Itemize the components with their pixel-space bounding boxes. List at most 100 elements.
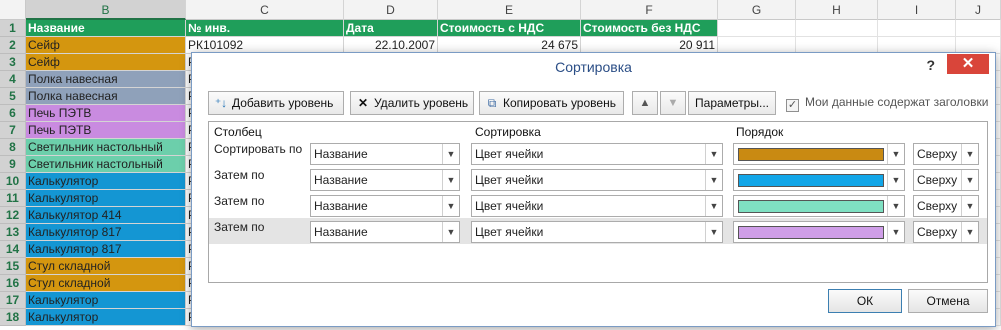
order-position-select[interactable]: Сверху ▼ <box>913 169 979 191</box>
move-up-button[interactable]: ▲ <box>632 91 658 115</box>
chevron-down-icon[interactable]: ▼ <box>442 144 459 164</box>
row-number[interactable]: 9 <box>0 156 26 173</box>
cell-f[interactable]: Стоимость без НДС <box>581 20 718 37</box>
row-number[interactable]: 4 <box>0 71 26 88</box>
chevron-down-icon[interactable]: ▼ <box>705 170 722 190</box>
sort-column-select[interactable]: Название ▼ <box>310 195 460 217</box>
row-number[interactable]: 3 <box>0 54 26 71</box>
column-header-i[interactable]: I <box>878 0 956 20</box>
column-header-c[interactable]: C <box>186 0 344 20</box>
row-number[interactable]: 12 <box>0 207 26 224</box>
empty-cell[interactable] <box>796 20 878 37</box>
column-header-d[interactable]: D <box>344 0 438 20</box>
sort-on-select[interactable]: Цвет ячейки ▼ <box>471 195 723 217</box>
chevron-down-icon[interactable]: ▼ <box>442 196 459 216</box>
chevron-down-icon[interactable]: ▼ <box>705 144 722 164</box>
chevron-down-icon[interactable]: ▼ <box>887 144 904 164</box>
row-number[interactable]: 14 <box>0 241 26 258</box>
sort-level-row[interactable]: Затем по Название ▼ Цвет ячейки ▼ ▼ Сверху ▼ <box>209 192 987 218</box>
order-color-select[interactable]: ▼ <box>733 143 905 165</box>
row-number[interactable]: 6 <box>0 105 26 122</box>
cell-b[interactable]: Калькулятор <box>26 190 186 207</box>
chevron-down-icon[interactable]: ▼ <box>961 170 978 190</box>
empty-cell[interactable] <box>878 20 956 37</box>
empty-cell[interactable] <box>956 20 1001 37</box>
column-header-b[interactable]: B <box>26 0 186 20</box>
close-button[interactable]: ✕ <box>947 54 989 74</box>
cell-b[interactable]: Калькулятор <box>26 309 186 326</box>
headers-checkbox-wrap[interactable]: ✓ Мои данные содержат заголовки <box>786 95 988 112</box>
chevron-down-icon[interactable]: ▼ <box>442 222 459 242</box>
order-color-select[interactable]: ▼ <box>733 169 905 191</box>
row-number[interactable]: 13 <box>0 224 26 241</box>
add-level-button[interactable]: ⁺↓ Добавить уровень <box>208 91 344 115</box>
chevron-down-icon[interactable]: ▼ <box>961 144 978 164</box>
sort-column-select[interactable]: Название ▼ <box>310 143 460 165</box>
sort-column-select[interactable]: Название ▼ <box>310 221 460 243</box>
select-all-corner[interactable] <box>0 0 26 20</box>
order-position-select[interactable]: Сверху ▼ <box>913 143 979 165</box>
cell-c[interactable]: № инв. <box>186 20 344 37</box>
ok-button[interactable]: ОК <box>828 289 902 313</box>
cell-b[interactable]: Печь ПЭТВ <box>26 105 186 122</box>
sort-level-row[interactable]: Сортировать по Название ▼ Цвет ячейки ▼ ▼ Свер… <box>209 140 987 166</box>
cell-b[interactable]: Калькулятор <box>26 292 186 309</box>
sort-on-select[interactable]: Цвет ячейки ▼ <box>471 169 723 191</box>
options-button[interactable]: Параметры... <box>688 91 776 115</box>
cell-b[interactable]: Калькулятор 817 <box>26 224 186 241</box>
cell-b[interactable]: Название <box>26 20 186 37</box>
sort-level-row[interactable]: Затем по Название ▼ Цвет ячейки ▼ ▼ Сверху ▼ <box>209 166 987 192</box>
help-icon[interactable]: ? <box>926 57 935 73</box>
cell-b[interactable]: Полка навесная <box>26 88 186 105</box>
cancel-button[interactable]: Отмена <box>908 289 988 313</box>
row-number[interactable]: 18 <box>0 309 26 326</box>
sort-on-select[interactable]: Цвет ячейки ▼ <box>471 143 723 165</box>
column-header-f[interactable]: F <box>581 0 718 20</box>
copy-level-button[interactable]: ⧉ Копировать уровень <box>479 91 624 115</box>
move-down-button[interactable]: ▼ <box>660 91 686 115</box>
chevron-down-icon[interactable]: ▼ <box>887 222 904 242</box>
cell-e[interactable]: Стоимость с НДС <box>438 20 581 37</box>
column-header-e[interactable]: E <box>438 0 581 20</box>
delete-level-button[interactable]: ✕ Удалить уровень <box>350 91 474 115</box>
row-number[interactable]: 2 <box>0 37 26 54</box>
row-number[interactable]: 11 <box>0 190 26 207</box>
column-header-g[interactable]: G <box>718 0 796 20</box>
headers-checkbox[interactable]: ✓ <box>786 99 799 112</box>
cell-b[interactable]: Печь ПЭТВ <box>26 122 186 139</box>
row-number[interactable]: 16 <box>0 275 26 292</box>
order-position-select[interactable]: Сверху ▼ <box>913 221 979 243</box>
order-position-select[interactable]: Сверху ▼ <box>913 195 979 217</box>
chevron-down-icon[interactable]: ▼ <box>961 222 978 242</box>
cell-d[interactable]: Дата <box>344 20 438 37</box>
sort-on-select[interactable]: Цвет ячейки ▼ <box>471 221 723 243</box>
cell-b[interactable]: Сейф <box>26 37 186 54</box>
row-number[interactable]: 5 <box>0 88 26 105</box>
chevron-down-icon[interactable]: ▼ <box>887 196 904 216</box>
column-header-h[interactable]: H <box>796 0 878 20</box>
chevron-down-icon[interactable]: ▼ <box>961 196 978 216</box>
row-number[interactable]: 17 <box>0 292 26 309</box>
sort-column-select[interactable]: Название ▼ <box>310 169 460 191</box>
column-header-j[interactable]: J <box>956 0 1001 20</box>
order-color-select[interactable]: ▼ <box>733 221 905 243</box>
row-number[interactable]: 8 <box>0 139 26 156</box>
row-number[interactable]: 1 <box>0 20 26 37</box>
cell-b[interactable]: Полка навесная <box>26 71 186 88</box>
row-number[interactable]: 10 <box>0 173 26 190</box>
cell-b[interactable]: Калькулятор 817 <box>26 241 186 258</box>
cell-b[interactable]: Калькулятор 414 <box>26 207 186 224</box>
cell-b[interactable]: Светильник настольный <box>26 139 186 156</box>
empty-cell[interactable] <box>718 20 796 37</box>
chevron-down-icon[interactable]: ▼ <box>442 170 459 190</box>
sort-level-row[interactable]: Затем по Название ▼ Цвет ячейки ▼ ▼ Сверху ▼ <box>209 218 987 244</box>
chevron-down-icon[interactable]: ▼ <box>705 222 722 242</box>
row-number[interactable]: 7 <box>0 122 26 139</box>
dialog-titlebar[interactable]: Сортировка ? ✕ <box>192 53 995 84</box>
cell-b[interactable]: Калькулятор <box>26 173 186 190</box>
cell-b[interactable]: Сейф <box>26 54 186 71</box>
order-color-select[interactable]: ▼ <box>733 195 905 217</box>
chevron-down-icon[interactable]: ▼ <box>705 196 722 216</box>
row-number[interactable]: 15 <box>0 258 26 275</box>
chevron-down-icon[interactable]: ▼ <box>887 170 904 190</box>
